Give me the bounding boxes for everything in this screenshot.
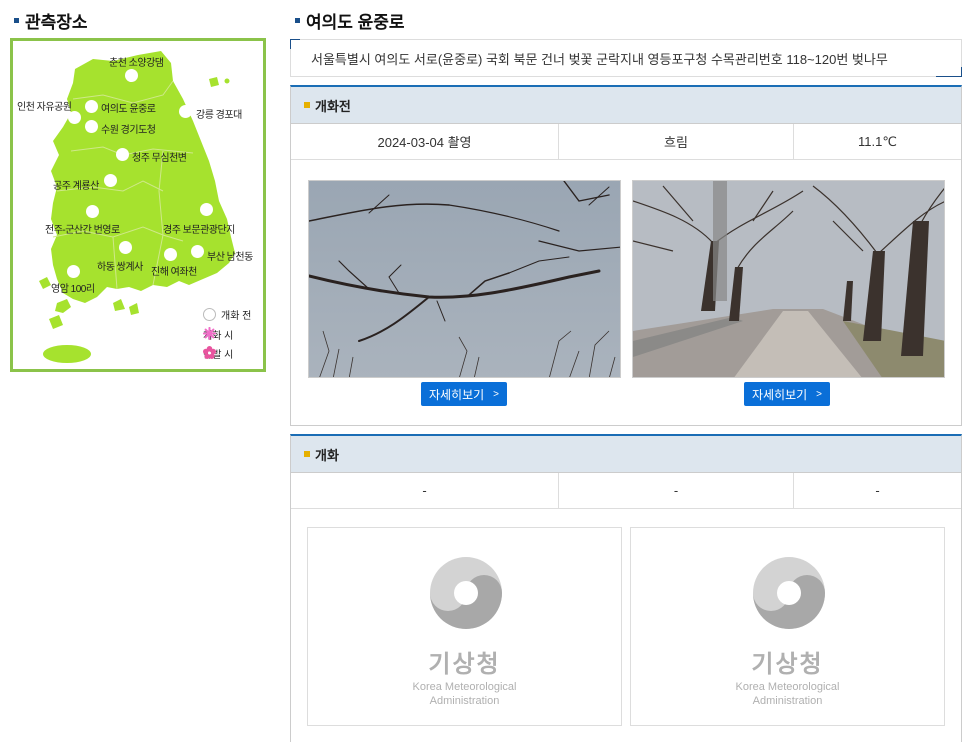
map-label-jinhae: 진해 여좌천 [151,267,197,278]
map-marker-jeonju[interactable] [86,205,99,218]
address-box: 서울특별시 여의도 서로(윤중로) 국회 북문 건너 벚꽃 군락지내 영등포구청… [290,39,962,77]
before-bloom-photo-branches[interactable] [308,180,621,378]
before-bloom-heading: 개화전 [315,98,351,114]
map-label-yeouido: 여의도 윤중로 [101,104,156,115]
kma-logo-korean: 기상청 [751,651,824,678]
map-marker-yeouido[interactable] [85,100,98,113]
bloom-weather: - [559,473,794,508]
legend-before-bloom: 개화 전 [203,307,251,322]
kma-logo-icon [430,557,502,629]
kma-logo-english-line1: Korea Meteorological [735,681,840,693]
map-label-busan: 부산 남천동 [207,252,253,263]
detail-button-label: 자세히보기 [751,387,808,402]
bloom-heading: 개화 [315,447,339,463]
bloom-header: 개화 [291,436,961,473]
chevron-right-icon: > [816,388,823,400]
kma-logo-korean: 기상청 [428,651,501,678]
kma-logo-english-line2: Administration [752,695,823,707]
title-bullet-icon [14,18,19,23]
blossom-pink-icon [203,327,216,340]
legend-full-bloom: 만발 시 [203,346,233,361]
map-label-gyeongju: 경주 보문관광단지 [163,225,235,236]
map-marker-gongju[interactable] [104,174,117,187]
bloom-photo-placeholder-2: 기상청 Korea Meteorological Administration [630,527,945,726]
station-section-title: 여의도 윤중로 [295,8,405,33]
map-marker-hadong[interactable] [119,241,132,254]
blossom-full-icon [203,346,216,359]
before-bloom-section: 개화전 2024-03-04 촬영 흐림 11.1℃ 자세히보기 > 자세히보기… [290,85,962,426]
before-bloom-info-row: 2024-03-04 촬영 흐림 11.1℃ [291,124,961,160]
map-marker-jinhae[interactable] [164,248,177,261]
kma-logo-english-line1: Korea Meteorological [412,681,517,693]
legend-blooming: 개화 시 [203,327,233,342]
map-marker-gyeongju[interactable] [200,203,213,216]
observation-date: 2024-03-04 촬영 [291,124,559,159]
chevron-right-icon: > [493,388,500,400]
detail-view-button-2[interactable]: 자세히보기 > [744,382,830,406]
bloom-info-row: - - - [291,473,961,509]
detail-view-button-1[interactable]: 자세히보기 > [421,382,507,406]
title-bullet-icon [295,18,300,23]
map-label-yeongam: 영암 100리 [51,284,95,295]
map-label-gangneung: 강릉 경포대 [196,110,242,121]
header-bullet-icon [304,451,310,457]
header-bullet-icon [304,102,310,108]
map-label-gongju: 공주 계룡산 [53,181,99,192]
before-bloom-photo-path[interactable] [632,180,945,378]
white-circle-icon [203,308,216,321]
observation-weather: 흐림 [559,124,794,159]
map-marker-chuncheon[interactable] [125,69,138,82]
map-marker-busan[interactable] [191,245,204,258]
station-title-text: 여의도 윤중로 [306,13,405,32]
bloom-section: 개화 - - - 기상청 Korea Meteorological Admini… [290,434,962,742]
map-marker-cheongju[interactable] [116,148,129,161]
location-section-title: 관측장소 [14,8,88,33]
map-marker-gangneung[interactable] [179,105,192,118]
map-label-cheongju: 청주 무심천변 [132,153,187,164]
bloom-photo-placeholder-1: 기상청 Korea Meteorological Administration [307,527,622,726]
kma-logo-english-line2: Administration [429,695,500,707]
detail-button-label: 자세히보기 [428,387,485,402]
bloom-temperature: - [875,483,880,498]
before-bloom-header: 개화전 [291,87,961,124]
corner-decoration-icon [936,67,962,77]
bloom-date: - [291,473,559,508]
map-marker-yeongam[interactable] [67,265,80,278]
location-title-text: 관측장소 [25,13,88,32]
legend-label: 개화 전 [221,311,252,322]
map-label-incheon: 인천 자유공원 [17,102,72,113]
kma-logo-icon [753,557,825,629]
map-label-jeonju: 전주-군산간 번영로 [45,225,120,236]
map-label-chuncheon: 춘천 소양강댐 [109,58,164,69]
map-label-hadong: 하동 쌍계사 [97,262,143,273]
korea-map-panel: 춘천 소양강댐 인천 자유공원 여의도 윤중로 강릉 경포대 수원 경기도청 청… [10,38,266,372]
address-text: 서울특별시 여의도 서로(윤중로) 국회 북문 건너 벚꽃 군락지내 영등포구청… [311,52,888,67]
map-marker-suwon[interactable] [85,120,98,133]
corner-decoration-icon [290,39,300,49]
observation-temperature: 11.1℃ [858,133,897,149]
map-label-suwon: 수원 경기도청 [101,125,156,136]
